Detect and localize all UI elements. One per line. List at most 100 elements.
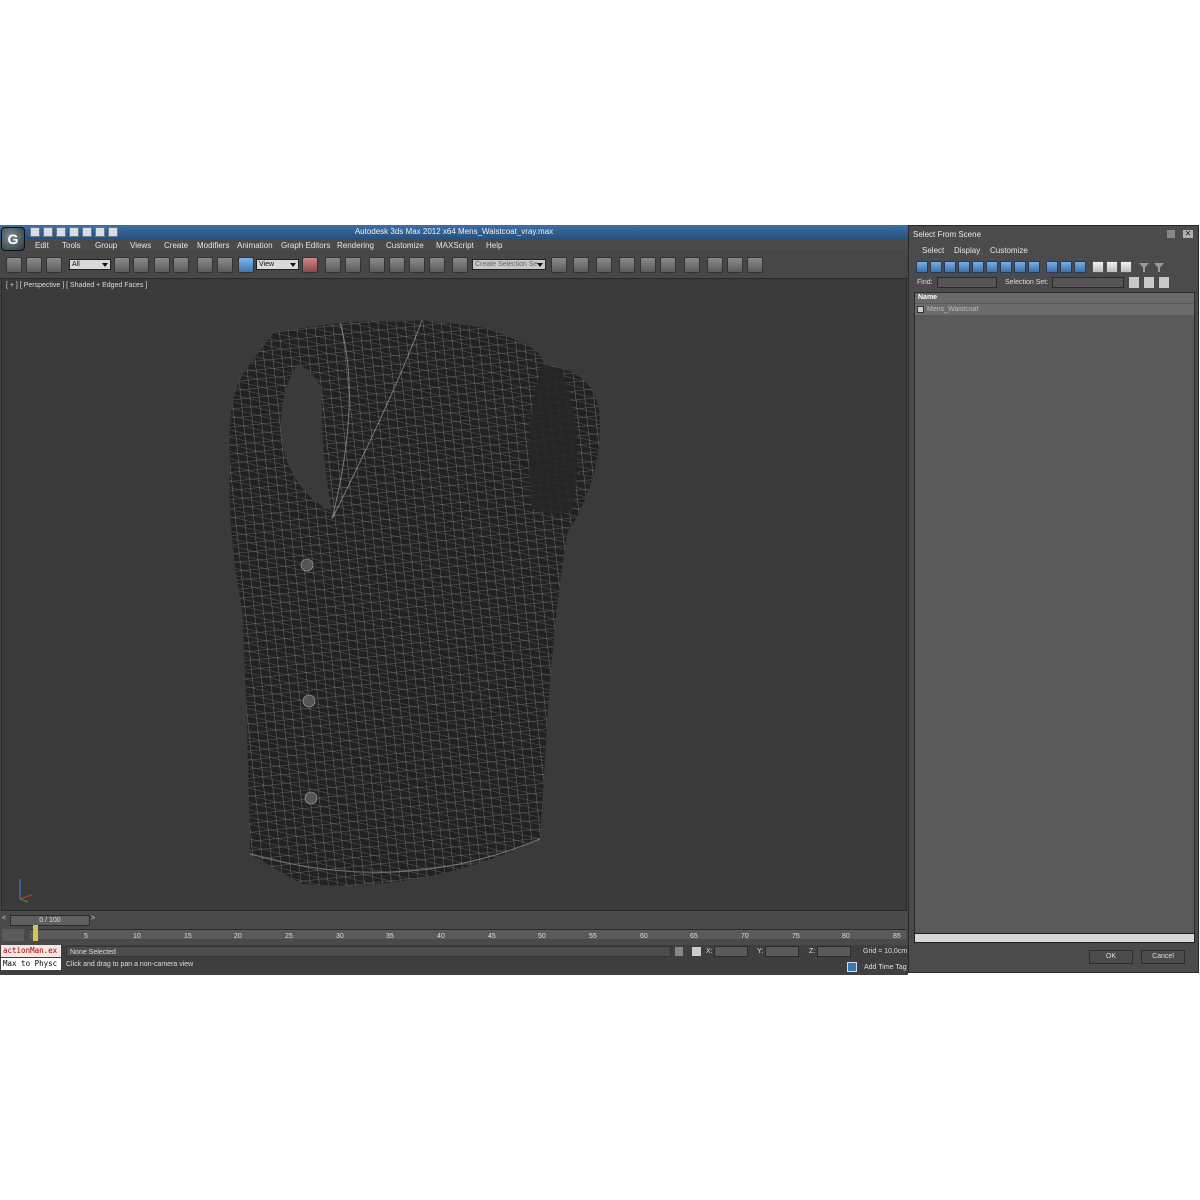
display-geometry-icon[interactable] [916, 261, 928, 273]
menu-bar: Edit Tools Group Views Create Modifiers … [0, 239, 908, 251]
select-by-name-icon[interactable] [133, 257, 149, 273]
material-editor-icon[interactable] [684, 257, 700, 273]
display-all-icon[interactable] [1092, 261, 1104, 273]
pivot-center-icon[interactable] [302, 257, 318, 273]
z-coord-field[interactable] [817, 946, 851, 957]
layer-manager-icon[interactable] [596, 257, 612, 273]
display-none-icon[interactable] [1106, 261, 1118, 273]
mirror-icon[interactable] [551, 257, 567, 273]
scale-icon[interactable] [238, 257, 254, 273]
render-setup-icon[interactable] [707, 257, 723, 273]
next-frame-button[interactable]: > [91, 915, 95, 922]
y-coord-field[interactable] [765, 946, 799, 957]
schematic-view-icon[interactable] [660, 257, 676, 273]
menu-animation[interactable]: Animation [237, 241, 273, 250]
display-xrefs-icon[interactable] [1014, 261, 1026, 273]
y-coord-label: Y: [757, 948, 764, 955]
minimize-icon[interactable] [1167, 230, 1175, 238]
select-manipulate-icon[interactable] [325, 257, 341, 273]
edit-named-selection-icon[interactable] [452, 257, 468, 273]
rectangular-selection-icon[interactable] [154, 257, 170, 273]
track-bar[interactable] [30, 929, 906, 939]
perspective-viewport[interactable]: [ + ] [ Perspective ] [ Shaded + Edged F… [1, 278, 907, 911]
menu-edit[interactable]: Edit [35, 241, 49, 250]
name-column-header[interactable]: Name [915, 293, 1194, 303]
menu-customize[interactable]: Customize [386, 241, 424, 250]
horizontal-scrollbar[interactable] [914, 933, 1195, 943]
viewport-label[interactable]: [ + ] [ Perspective ] [ Shaded + Edged F… [6, 282, 147, 289]
maxscript-mini-listener-input[interactable]: Max to Physc [1, 958, 61, 970]
menu-views[interactable]: Views [130, 241, 151, 250]
display-groups-icon[interactable] [1000, 261, 1012, 273]
display-invert-icon[interactable] [1120, 261, 1132, 273]
spinner-snap-icon[interactable] [429, 257, 445, 273]
ok-button[interactable]: OK [1089, 950, 1133, 964]
display-shapes-icon[interactable] [930, 261, 942, 273]
selection-set-dropdown[interactable] [1052, 277, 1124, 288]
select-and-link-icon[interactable] [6, 257, 22, 273]
waistcoat-wireframe-model[interactable] [2, 279, 906, 910]
select-dependents-icon[interactable] [1129, 277, 1139, 288]
time-tag-icon[interactable] [847, 962, 857, 972]
dialog-menu-display[interactable]: Display [954, 246, 980, 255]
menu-maxscript[interactable]: MAXScript [436, 241, 474, 250]
tick-label: 5 [84, 933, 88, 940]
filter-icon[interactable] [1139, 263, 1149, 272]
add-time-tag-button[interactable]: Add Time Tag [864, 964, 907, 971]
unlink-selection-icon[interactable] [26, 257, 42, 273]
align-icon[interactable] [573, 257, 589, 273]
rotate-icon[interactable] [217, 257, 233, 273]
display-frozen-icon[interactable] [1060, 261, 1072, 273]
select-influences-icon[interactable] [1159, 277, 1169, 288]
time-slider-marker[interactable] [33, 925, 38, 941]
time-slider[interactable]: 0 / 100 [10, 915, 90, 926]
display-hidden-icon[interactable] [1074, 261, 1086, 273]
menu-graph-editors[interactable]: Graph Editors [281, 241, 330, 250]
menu-create[interactable]: Create [164, 241, 188, 250]
menu-rendering[interactable]: Rendering [337, 241, 374, 250]
filter-options-icon[interactable] [1154, 263, 1164, 272]
named-selection-set-dropdown[interactable]: Create Selection Se [472, 259, 546, 270]
select-object-icon[interactable] [114, 257, 130, 273]
display-space-warps-icon[interactable] [986, 261, 998, 273]
angle-snap-icon[interactable] [389, 257, 405, 273]
mini-curve-editor-icon[interactable] [2, 929, 24, 941]
maxscript-mini-listener-output[interactable]: actionMan.ex [1, 945, 61, 957]
list-item[interactable]: Mens_Waistcoat [915, 304, 1194, 315]
application-menu-button[interactable]: G [1, 227, 25, 251]
close-icon[interactable]: ✕ [1183, 230, 1193, 238]
dialog-menu-select[interactable]: Select [922, 246, 944, 255]
graphite-ribbon-icon[interactable] [619, 257, 635, 273]
snaps-toggle-icon[interactable] [369, 257, 385, 273]
move-icon[interactable] [197, 257, 213, 273]
display-helpers-icon[interactable] [972, 261, 984, 273]
menu-tools[interactable]: Tools [62, 241, 81, 250]
menu-group[interactable]: Group [95, 241, 117, 250]
percent-snap-icon[interactable] [409, 257, 425, 273]
curve-editor-icon[interactable] [640, 257, 656, 273]
render-production-icon[interactable] [747, 257, 763, 273]
cancel-button[interactable]: Cancel [1141, 950, 1185, 964]
display-bones-icon[interactable] [1028, 261, 1040, 273]
scene-object-list[interactable]: Name Mens_Waistcoat [914, 292, 1195, 935]
menu-modifiers[interactable]: Modifiers [197, 241, 229, 250]
prev-frame-button[interactable]: < [2, 915, 6, 922]
tick-label: 15 [184, 933, 192, 940]
display-lights-icon[interactable] [944, 261, 956, 273]
find-input[interactable] [937, 277, 997, 288]
reference-coordinate-dropdown[interactable]: View [256, 259, 299, 270]
window-crossing-icon[interactable] [173, 257, 189, 273]
lock-selection-icon[interactable] [675, 947, 683, 956]
dialog-menu-customize[interactable]: Customize [990, 246, 1028, 255]
select-children-icon[interactable] [1144, 277, 1154, 288]
bind-space-warp-icon[interactable] [46, 257, 62, 273]
display-cameras-icon[interactable] [958, 261, 970, 273]
absolute-mode-icon[interactable] [692, 947, 701, 956]
x-coord-field[interactable] [714, 946, 748, 957]
rendered-frame-window-icon[interactable] [727, 257, 743, 273]
display-containers-icon[interactable] [1046, 261, 1058, 273]
selection-filter-dropdown[interactable]: All [69, 259, 111, 270]
menu-help[interactable]: Help [486, 241, 502, 250]
keyboard-shortcut-toggle-icon[interactable] [345, 257, 361, 273]
x-coord-label: X: [706, 948, 713, 955]
